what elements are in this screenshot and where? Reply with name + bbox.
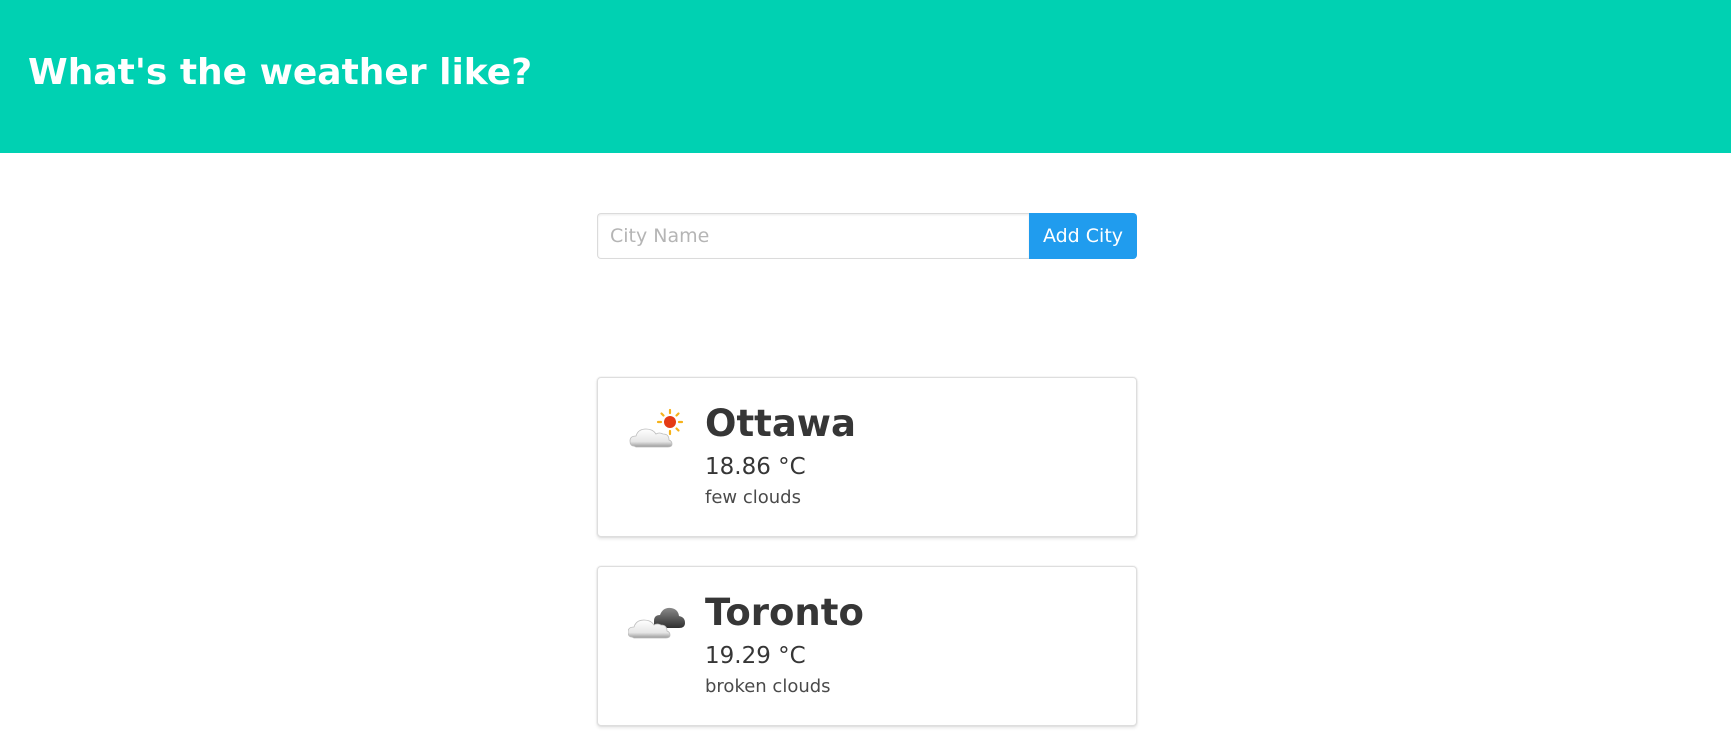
temperature: 18.86 °C xyxy=(705,454,806,480)
city-name: Toronto xyxy=(705,591,864,634)
add-city-button[interactable]: Add City xyxy=(1029,213,1137,259)
weather-card-ottawa: Ottawa 18.86 °C few clouds xyxy=(597,377,1137,537)
temperature: 19.29 °C xyxy=(705,643,806,669)
page-title: What's the weather like? xyxy=(28,52,533,93)
city-name-input[interactable] xyxy=(597,213,1029,259)
city-name: Ottawa xyxy=(705,402,856,445)
few-clouds-icon xyxy=(629,408,684,448)
broken-clouds-icon xyxy=(628,607,685,639)
weather-description: few clouds xyxy=(705,487,801,508)
add-city-form: Add City xyxy=(597,213,1137,259)
hero-header: What's the weather like? xyxy=(0,0,1731,153)
weather-card-toronto: Toronto 19.29 °C broken clouds xyxy=(597,566,1137,726)
weather-description: broken clouds xyxy=(705,676,831,697)
